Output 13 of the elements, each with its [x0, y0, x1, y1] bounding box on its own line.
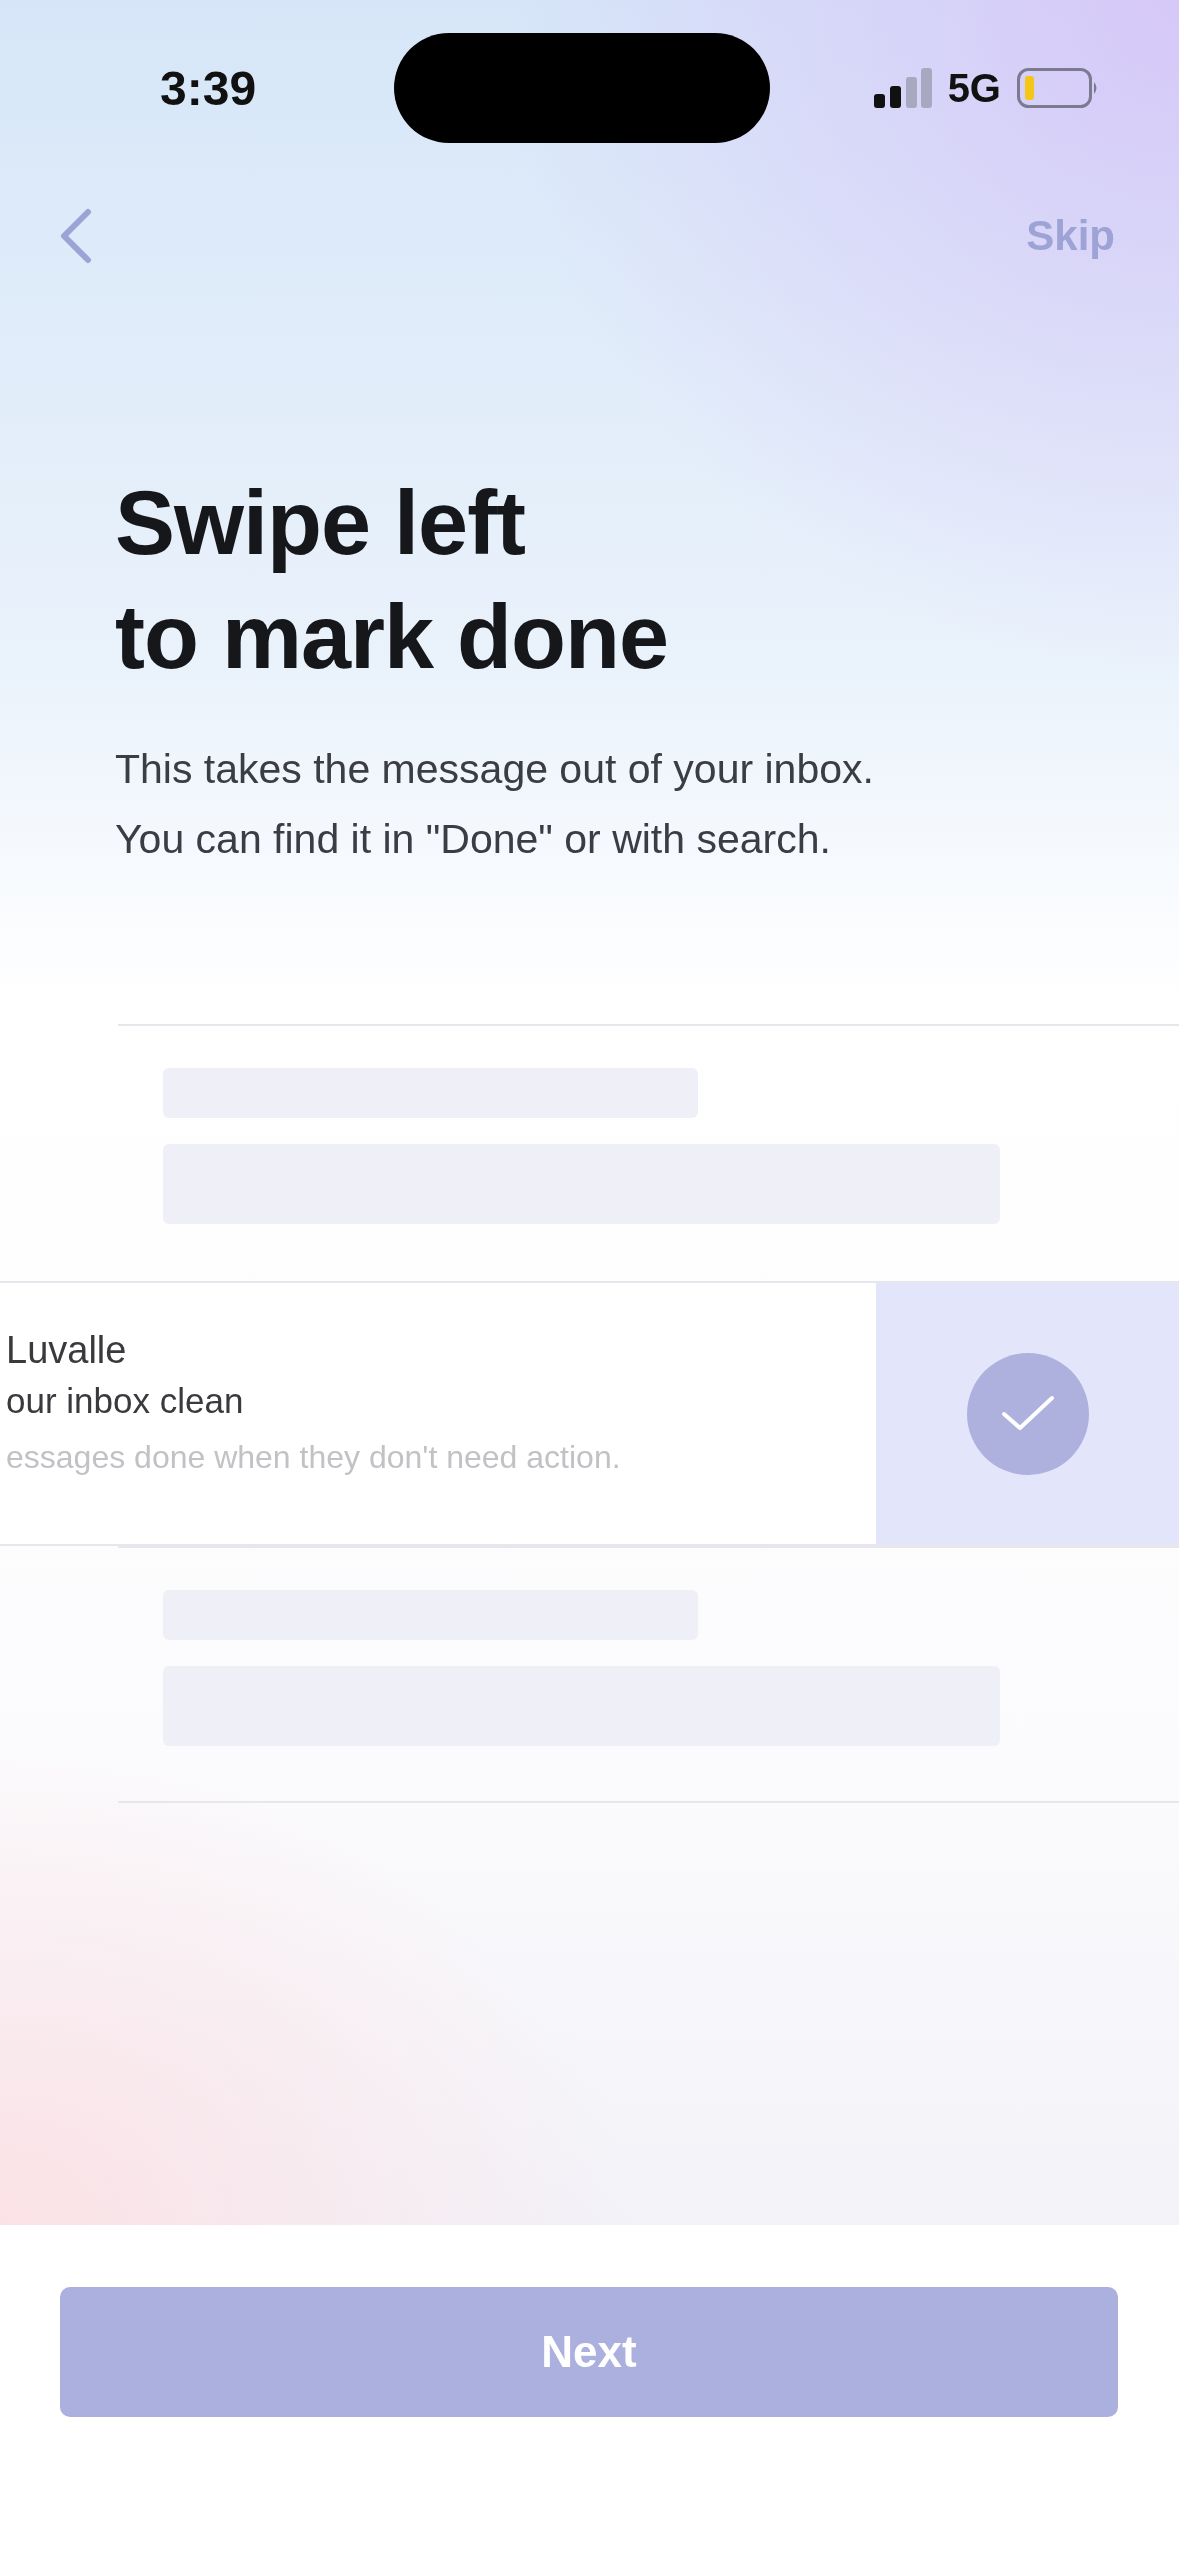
- message-preview: essages done when they don't need action.: [6, 1438, 622, 1477]
- onboarding-title: Swipe left to mark done: [115, 472, 670, 689]
- network-label: 5G: [947, 65, 1001, 111]
- message-sender: Luvalle: [6, 1328, 128, 1373]
- onboarding-description: This takes the message out of your inbox. You can find it in "Done" or with search.: [115, 745, 875, 864]
- status-time: 3:39: [160, 60, 258, 116]
- next-button[interactable]: Next: [60, 2287, 1118, 2417]
- back-chevron-icon: [58, 208, 94, 264]
- skip-button[interactable]: Skip: [1026, 212, 1115, 260]
- battery-icon: [1017, 68, 1099, 108]
- signal-icon: [873, 68, 932, 108]
- back-button[interactable]: [58, 208, 94, 264]
- message-subject: our inbox clean: [6, 1380, 245, 1422]
